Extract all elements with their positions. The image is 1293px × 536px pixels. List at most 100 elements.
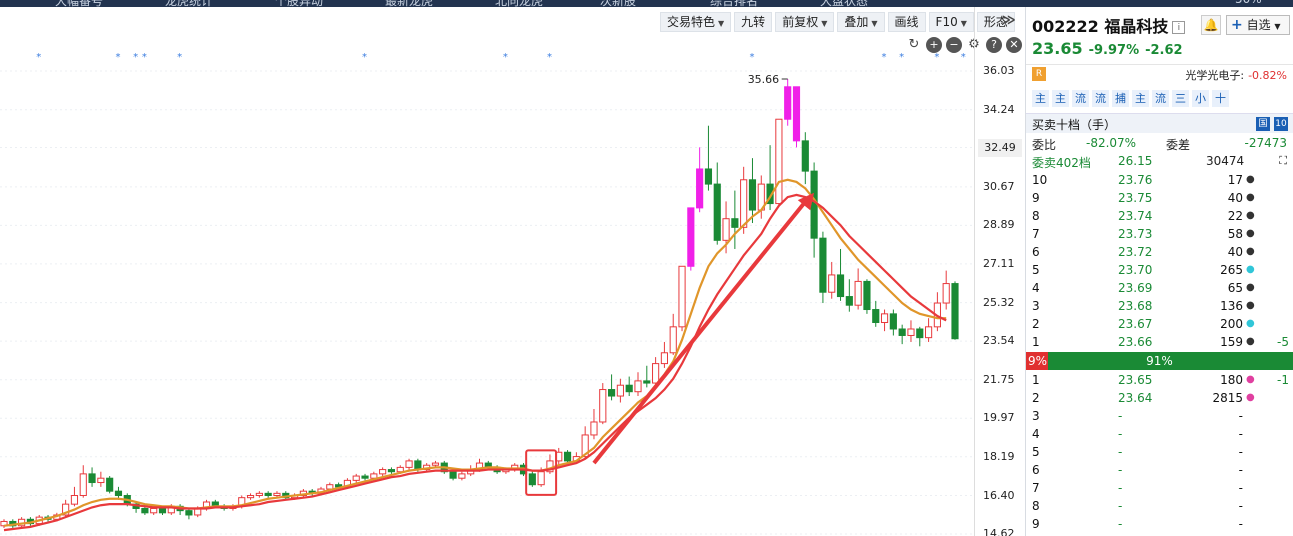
indicator-tag[interactable]: 主: [1052, 90, 1069, 107]
levels-icon[interactable]: 10: [1274, 117, 1288, 131]
bid-row[interactable]: 2 23.64 2815 ●: [1026, 390, 1293, 408]
indicator-tag[interactable]: 小: [1192, 90, 1209, 107]
top-nav-item[interactable]: 个股异动: [275, 0, 323, 7]
bid-row[interactable]: 6 - -: [1026, 462, 1293, 480]
bid-row[interactable]: 7 - -: [1026, 480, 1293, 498]
ask-row[interactable]: 1 23.66 159 ● -5: [1026, 334, 1293, 352]
top-nav-item[interactable]: 大幅番号: [55, 0, 103, 7]
candle-body: [88, 473, 96, 484]
level-price: -: [1118, 481, 1123, 495]
level-price: -: [1118, 517, 1123, 531]
candle-body: [150, 507, 158, 514]
candle-body: [273, 492, 281, 497]
top-nav-item[interactable]: 次新股: [600, 0, 636, 7]
zoom-in-icon[interactable]: +: [926, 37, 942, 53]
ask-row[interactable]: 3 23.68 136 ●: [1026, 298, 1293, 316]
level-number: 8: [1032, 209, 1040, 223]
weibi-row: 委比 -82.07% 委差 -27473: [1026, 136, 1293, 152]
candle-body: [264, 492, 272, 497]
candle-body: [246, 495, 255, 499]
indicator-tag[interactable]: 流: [1152, 90, 1169, 107]
top-nav-item[interactable]: 最新龙虎: [385, 0, 433, 7]
marker-star: *: [899, 52, 904, 63]
ask-row[interactable]: 10 23.76 17 ●: [1026, 172, 1293, 190]
toolbar-button[interactable]: 九转: [734, 12, 773, 32]
bid-row[interactable]: 9 - -: [1026, 516, 1293, 534]
marker-star: *: [142, 52, 147, 63]
ask-row[interactable]: 4 23.69 65 ●: [1026, 280, 1293, 298]
dot-icon: ●: [1246, 228, 1255, 239]
ask-row[interactable]: 5 23.70 265 ●: [1026, 262, 1293, 280]
candle-body: [185, 510, 193, 516]
top-nav-item[interactable]: 龙虎统计: [165, 0, 213, 7]
level-price: 23.66: [1118, 335, 1153, 349]
buy-sell-ratio-bar: 91% 9%: [1026, 352, 1293, 370]
candle-body: [713, 183, 721, 241]
level-price: -: [1118, 463, 1123, 477]
indicator-tag[interactable]: 三: [1172, 90, 1189, 107]
candle-body: [916, 328, 924, 339]
bid-row[interactable]: 1 23.65 180 ● -1: [1026, 372, 1293, 390]
marker-star: *: [961, 52, 966, 63]
candle-body: [801, 140, 809, 172]
sector-row[interactable]: R 光学光电子: -0.82%: [1026, 64, 1293, 82]
level-price: 23.75: [1118, 191, 1153, 205]
candle-body: [669, 326, 677, 354]
bid-row[interactable]: 3 - -: [1026, 408, 1293, 426]
top-nav-item[interactable]: 大盘状态: [820, 0, 868, 7]
chevron-down-icon: ▼: [821, 19, 828, 28]
toolbar-button[interactable]: 前复权 ▼: [775, 12, 835, 32]
level-volume: 58: [1227, 227, 1243, 241]
candle-body: [819, 237, 827, 293]
level-price: -: [1118, 445, 1123, 459]
add-watchlist-button[interactable]: + 自选 ▼: [1226, 15, 1290, 35]
level-number: 8: [1032, 499, 1040, 513]
bid-row[interactable]: 4 - -: [1026, 426, 1293, 444]
y-tick-label: 21.75: [983, 372, 1015, 386]
indicator-tag[interactable]: 主: [1132, 90, 1149, 107]
ask-row[interactable]: 6 23.72 40 ●: [1026, 244, 1293, 262]
candle-body: [352, 475, 360, 481]
change-value: -2.62: [1145, 43, 1183, 58]
bid-row[interactable]: 8 - -: [1026, 498, 1293, 516]
kline-chart[interactable]: **************35.66: [0, 7, 974, 536]
y-axis: 36.03 34.24 32.49 30.67 28.89 27.11 25.32 23.54…: [974, 7, 1025, 536]
price-line: 23.65 -9.97% -2.62: [1032, 39, 1189, 58]
candle-body: [775, 118, 783, 205]
candle-body: [449, 471, 457, 479]
ask-row[interactable]: 9 23.75 40 ●: [1026, 190, 1293, 208]
candle-body: [863, 280, 871, 311]
expand-icon[interactable]: ⛶: [1279, 154, 1287, 168]
top-nav-item[interactable]: 北向龙虎: [495, 0, 543, 7]
toolbar-button[interactable]: 交易特色 ▼: [660, 12, 732, 32]
indicator-tag[interactable]: 主: [1032, 90, 1049, 107]
top-nav-item[interactable]: 综合排名: [710, 0, 758, 7]
marker-star: *: [749, 52, 754, 63]
info-icon[interactable]: i: [1172, 21, 1186, 34]
ask-row[interactable]: 7 23.73 58 ●: [1026, 226, 1293, 244]
indicator-tag[interactable]: 流: [1092, 90, 1109, 107]
level-price: -: [1118, 427, 1123, 441]
candle-body: [740, 179, 748, 228]
bid-row[interactable]: 5 - -: [1026, 444, 1293, 462]
candle-body: [854, 280, 862, 306]
country-icon[interactable]: 国: [1256, 117, 1270, 131]
kline-chart-panel[interactable]: **************35.66 交易特色▼九转前复权▼叠加▼画线F10▼…: [0, 7, 1025, 536]
zoom-out-icon[interactable]: −: [946, 37, 962, 53]
toolbar-button[interactable]: 叠加 ▼: [837, 12, 885, 32]
indicator-tag[interactable]: 捕: [1112, 90, 1129, 107]
toolbar-button-label: 交易特色: [667, 15, 716, 29]
refresh-icon[interactable]: ↻: [906, 37, 922, 53]
toolbar-button[interactable]: F10 ▼: [928, 12, 974, 32]
ask-row[interactable]: 2 23.67 200 ●: [1026, 316, 1293, 334]
candle-body: [836, 274, 845, 298]
indicator-tag[interactable]: 十: [1212, 90, 1229, 107]
level-number: 3: [1032, 409, 1040, 423]
bell-icon[interactable]: 🔔: [1201, 15, 1221, 35]
ask-row[interactable]: 8 23.74 22 ●: [1026, 208, 1293, 226]
candle-body: [70, 495, 79, 505]
toolbar-button[interactable]: 画线: [887, 12, 926, 32]
weimai-vol: 30474: [1206, 154, 1245, 168]
indicator-tag[interactable]: 流: [1072, 90, 1089, 107]
level-number: 4: [1032, 281, 1040, 295]
